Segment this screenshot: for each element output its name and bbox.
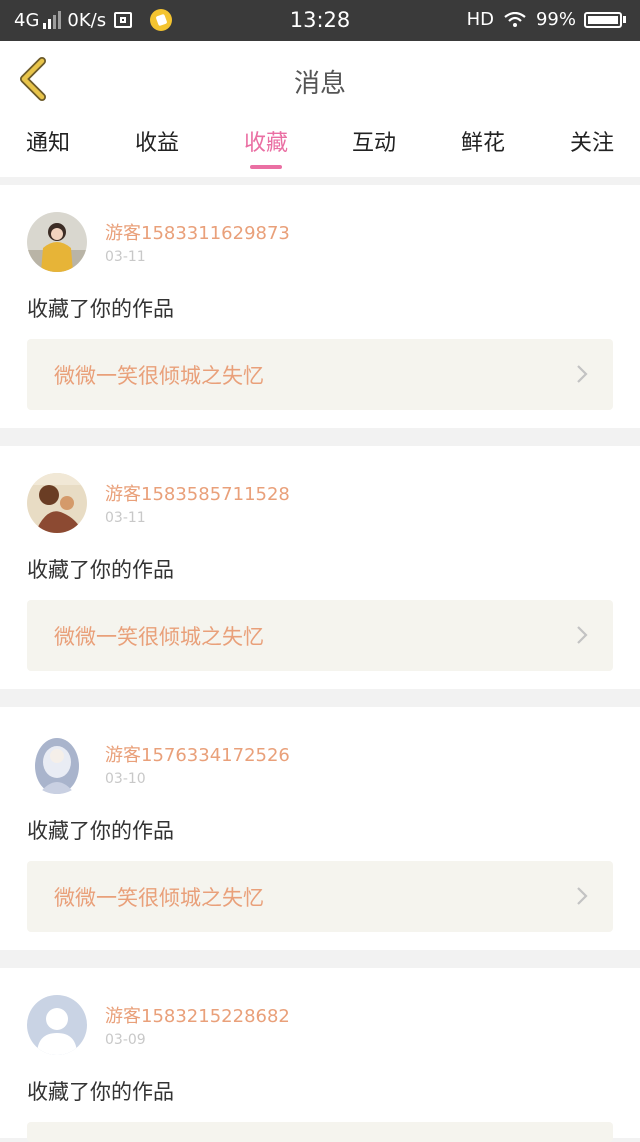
tab-flowers[interactable]: 鲜花 bbox=[443, 129, 523, 169]
tab-favorites[interactable]: 收藏 bbox=[226, 129, 306, 169]
chevron-right-icon bbox=[577, 887, 588, 905]
username[interactable]: 游客1576334172526 bbox=[105, 741, 290, 767]
username[interactable]: 游客1583585711528 bbox=[105, 480, 290, 506]
message-text: 收藏了你的作品 bbox=[27, 819, 174, 843]
chevron-right-icon bbox=[577, 365, 588, 383]
chevron-right-icon bbox=[577, 626, 588, 644]
message-text: 收藏了你的作品 bbox=[27, 297, 174, 321]
message-card: 游客1583311629873 03-11 收藏了你的作品 微微一笑很倾城之失忆 bbox=[0, 185, 640, 428]
tab-label: 收藏 bbox=[243, 131, 288, 156]
tab-interactions[interactable]: 互动 bbox=[334, 129, 414, 169]
work-title: 微微一笑很倾城之失忆 bbox=[54, 364, 264, 388]
tab-label: 互动 bbox=[351, 131, 396, 156]
nav-bar: 消息 bbox=[0, 41, 640, 120]
message-date: 03-11 bbox=[105, 510, 146, 526]
work-link[interactable]: 微微一笑很倾城之失忆 bbox=[27, 861, 613, 932]
work-title: 微微一笑很倾城之失忆 bbox=[54, 886, 264, 910]
battery-percent: 99% bbox=[535, 9, 576, 30]
work-title: 微微一笑很倾城之失忆 bbox=[54, 625, 264, 649]
work-link[interactable]: 微微一笑很倾城之失忆 bbox=[27, 600, 613, 671]
default-avatar-icon[interactable] bbox=[27, 995, 87, 1055]
page-title: 消息 bbox=[293, 69, 346, 99]
tab-earnings[interactable]: 收益 bbox=[117, 129, 197, 169]
message-date: 03-11 bbox=[105, 249, 146, 265]
message-date: 03-10 bbox=[105, 771, 146, 787]
message-text: 收藏了你的作品 bbox=[27, 1080, 174, 1104]
work-link[interactable] bbox=[27, 1122, 613, 1142]
message-card: 游客1576334172526 03-10 收藏了你的作品 微微一笑很倾城之失忆 bbox=[0, 707, 640, 950]
battery-icon bbox=[584, 11, 626, 28]
status-bar: 4G 0K/s 13:28 HD 99% bbox=[0, 0, 640, 41]
message-text: 收藏了你的作品 bbox=[27, 558, 174, 582]
user-avatar[interactable] bbox=[27, 734, 87, 794]
tab-label: 鲜花 bbox=[460, 131, 505, 156]
message-card: 游客1583585711528 03-11 收藏了你的作品 微微一笑很倾城之失忆 bbox=[0, 446, 640, 689]
message-card: 游客1583215228682 03-09 收藏了你的作品 bbox=[0, 968, 640, 1142]
tab-label: 收益 bbox=[134, 131, 179, 156]
username[interactable]: 游客1583215228682 bbox=[105, 1002, 290, 1028]
wifi-icon bbox=[504, 11, 526, 27]
user-avatar[interactable] bbox=[27, 212, 87, 272]
message-date: 03-09 bbox=[105, 1032, 146, 1048]
tab-bar: 通知 收益 收藏 互动 鲜花 关注 bbox=[0, 119, 640, 177]
username[interactable]: 游客1583311629873 bbox=[105, 219, 290, 245]
tab-indicator bbox=[250, 165, 282, 169]
work-link[interactable]: 微微一笑很倾城之失忆 bbox=[27, 339, 613, 410]
user-avatar[interactable] bbox=[27, 473, 87, 533]
tab-label: 关注 bbox=[569, 131, 614, 156]
hd-indicator: HD bbox=[466, 9, 494, 30]
tab-label: 通知 bbox=[25, 131, 70, 156]
tab-notifications[interactable]: 通知 bbox=[8, 129, 88, 169]
tab-follows[interactable]: 关注 bbox=[552, 129, 632, 169]
